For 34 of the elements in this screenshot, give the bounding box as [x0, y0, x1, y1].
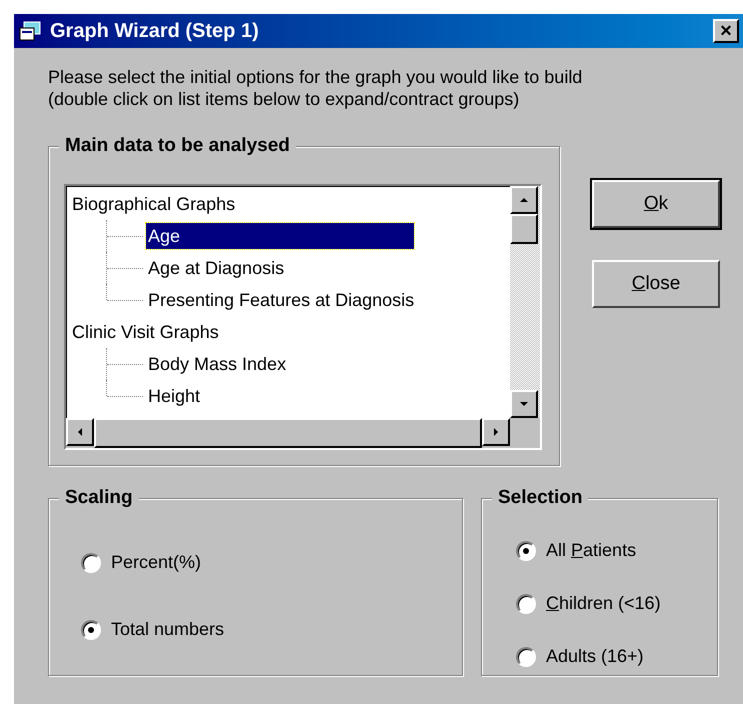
- tree-item[interactable]: Height: [146, 383, 202, 409]
- close-button[interactable]: ×: [713, 19, 739, 43]
- radio-label[interactable]: Children (<16): [546, 590, 661, 617]
- tree-item[interactable]: Age: [146, 223, 414, 249]
- tree-item[interactable]: Age at Diagnosis: [146, 255, 286, 281]
- radio-button[interactable]: [516, 594, 536, 614]
- radio-button[interactable]: [81, 552, 101, 572]
- scroll-up-button[interactable]: [510, 186, 538, 214]
- close-dialog-button[interactable]: Close: [592, 260, 720, 308]
- radio-label[interactable]: Total numbers: [111, 616, 224, 643]
- scroll-left-button[interactable]: [66, 418, 94, 446]
- radio-label[interactable]: Adults (16+): [546, 643, 644, 670]
- tree-list[interactable]: Biographical Graphs Age Age at Diagnosis Presenting Features at Diagnosis Clinic Visit Graphs Body Mass Index Height: [64, 184, 542, 450]
- tree-item[interactable]: Presenting Features at Diagnosis: [146, 287, 416, 313]
- tree-group[interactable]: Biographical Graphs: [72, 188, 510, 220]
- scrollbar-corner: [510, 418, 540, 448]
- scroll-thumb[interactable]: [510, 214, 538, 244]
- tree-item[interactable]: Body Mass Index: [146, 351, 288, 377]
- scroll-right-button[interactable]: [482, 418, 510, 446]
- instruction-text: Please select the initial options for the graph you would like to build: [48, 66, 584, 88]
- scroll-down-button[interactable]: [510, 390, 538, 418]
- vertical-scrollbar[interactable]: [510, 186, 540, 418]
- radio-button[interactable]: [81, 620, 101, 640]
- window-title: Graph Wizard (Step 1): [50, 19, 260, 44]
- radio-label[interactable]: All Patients: [546, 537, 636, 564]
- instruction-text: (double click on list items below to expand/contract groups): [48, 88, 520, 110]
- radio-button[interactable]: [516, 540, 536, 560]
- ok-button[interactable]: Ok: [592, 180, 720, 228]
- radio-label[interactable]: Percent(%): [111, 549, 202, 576]
- tree-group[interactable]: Clinic Visit Graphs: [72, 316, 510, 348]
- radio-button[interactable]: [516, 646, 536, 666]
- arrow-up-icon: [519, 195, 529, 205]
- arrow-right-icon: [491, 427, 501, 437]
- arrow-down-icon: [519, 399, 529, 409]
